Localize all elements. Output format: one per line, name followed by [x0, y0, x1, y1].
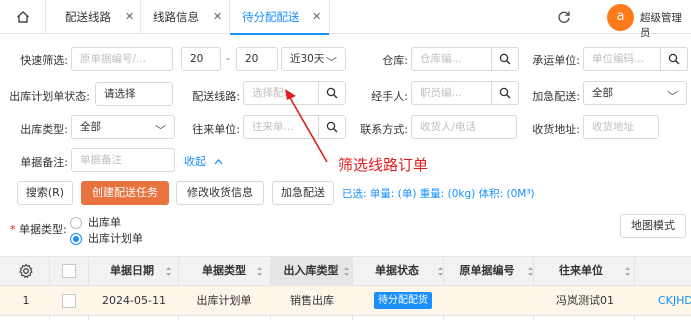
warehouse-input[interactable]: 仓库编... — [411, 47, 492, 71]
search-icon — [499, 87, 511, 99]
column-header-io-type[interactable]: 出入库类型 — [270, 256, 352, 286]
date-to-input[interactable]: 20 — [236, 47, 278, 71]
out-type-value: 全部 — [80, 121, 101, 133]
close-icon[interactable]: ✕ — [125, 0, 134, 34]
radio-label: 出库计划单 — [88, 232, 143, 245]
row-index: 1 — [22, 294, 30, 307]
cell-orig-no — [446, 286, 530, 316]
plan-status-label: 出库计划单状态: — [9, 90, 90, 103]
edit-receipt-button[interactable]: 修改收货信息 — [176, 181, 264, 205]
tab-pending-delivery[interactable]: 待分配配送 ✕ — [230, 0, 330, 35]
chevron-down-icon: ﹀ — [667, 90, 678, 103]
column-header-partner[interactable]: 往来单位 — [538, 256, 624, 286]
radio-circle-selected — [70, 233, 82, 245]
refresh-icon[interactable] — [557, 10, 571, 24]
tab-label: 待分配配送 — [242, 10, 300, 24]
chevron-down-icon: ﹀ — [155, 124, 166, 137]
select-all-checkbox[interactable] — [62, 264, 76, 278]
avatar[interactable]: a — [607, 4, 634, 31]
quick-filter-label: 快速筛选: — [20, 54, 68, 67]
cell-code-link[interactable]: CKJHD — [658, 286, 691, 316]
column-header-date[interactable]: 单据日期 — [90, 256, 174, 286]
home-tab[interactable] — [0, 0, 46, 34]
warehouse-label: 仓库: — [382, 54, 408, 67]
date-range-value: 近30天 — [290, 53, 325, 65]
handler-input[interactable]: 职员编... — [411, 81, 492, 105]
map-mode-button[interactable]: 地图模式 — [620, 214, 686, 238]
column-header-type[interactable]: 单据类型 — [182, 256, 266, 286]
annotation-text: 筛选线路订单 — [338, 156, 429, 174]
tab-label: 配送线路 — [65, 10, 111, 24]
remark-label: 单据备注: — [20, 156, 68, 169]
urgent-label: 加急配送: — [532, 90, 580, 103]
close-icon[interactable]: ✕ — [213, 0, 222, 34]
chevron-down-icon: ﹀ — [326, 56, 337, 69]
route-label: 配送线路: — [192, 90, 240, 103]
sort-icon[interactable] — [624, 266, 631, 277]
settings-gear-icon[interactable] — [18, 263, 34, 279]
contact-input[interactable]: 收货人/电话 — [411, 115, 517, 139]
home-icon — [17, 11, 29, 23]
tab-bar: 配送线路 ✕ 线路信息 ✕ 待分配配送 ✕ a 超级管理员 — [0, 0, 691, 39]
handler-label: 经手人: — [371, 90, 408, 103]
out-type-label: 出库类型: — [20, 123, 68, 136]
sort-icon[interactable] — [343, 266, 350, 277]
quick-filter-input[interactable]: 原单据编号/... — [71, 47, 173, 71]
cell-date: 2024-05-11 — [102, 294, 166, 307]
sort-icon[interactable] — [256, 266, 263, 277]
urgent-value: 全部 — [592, 87, 613, 99]
tab-delivery-routes[interactable]: 配送线路 ✕ — [47, 0, 141, 34]
contact-label: 联系方式: — [360, 123, 408, 136]
remark-input[interactable]: 单据备注 — [71, 148, 175, 172]
tab-route-info[interactable]: 线路信息 ✕ — [141, 0, 230, 34]
urgent-select[interactable]: 全部 ﹀ — [583, 81, 687, 105]
date-range-select[interactable]: 近30天 ﹀ — [281, 47, 346, 71]
address-label: 收货地址: — [532, 123, 580, 136]
radio-label: 出库单 — [88, 216, 121, 229]
row-checkbox[interactable] — [62, 294, 76, 308]
date-separator: - — [226, 52, 230, 65]
warehouse-search-button[interactable] — [491, 47, 519, 71]
cell-partner: 冯岚测试01 — [556, 294, 614, 307]
collapse-label: 收起 — [184, 155, 206, 168]
column-header-status[interactable]: 单据状态 — [356, 256, 438, 286]
annotation-arrow — [285, 89, 328, 163]
partner-label: 往来单位: — [192, 123, 240, 136]
doc-type-label: * 单据类型: — [10, 223, 67, 236]
carrier-label: 承运单位: — [532, 54, 580, 67]
cell-io-type: 销售出库 — [290, 294, 334, 307]
close-icon[interactable]: ✕ — [312, 0, 321, 34]
chevron-up-icon — [214, 159, 222, 165]
handler-search-button[interactable] — [491, 81, 519, 105]
selection-summary: 已选: 单量: (单) 重量: (0kg) 体积: (0M³) — [342, 188, 535, 200]
out-type-select[interactable]: 全部 ﹀ — [71, 115, 175, 139]
cell-type: 出库计划单 — [196, 294, 252, 307]
date-from-input[interactable]: 20 — [181, 47, 221, 71]
search-icon — [499, 53, 511, 65]
create-delivery-task-button[interactable]: 创建配送任务 — [81, 181, 169, 205]
address-input[interactable]: 收货地址 — [583, 115, 659, 139]
plan-status-select[interactable]: 请选择 — [95, 82, 173, 106]
carrier-input[interactable]: 单位编码... — [583, 47, 661, 71]
tab-label: 线路信息 — [153, 10, 199, 24]
carrier-search-button[interactable] — [660, 47, 688, 71]
status-badge: 待分配配货 — [374, 292, 432, 309]
search-button[interactable]: 搜索(R) — [17, 181, 73, 205]
urgent-delivery-button[interactable]: 加急配送 — [272, 181, 334, 205]
radio-circle — [70, 217, 82, 229]
search-icon — [668, 53, 680, 65]
column-header-orig-no[interactable]: 原单据编号 — [446, 256, 528, 286]
sort-icon[interactable] — [165, 266, 172, 277]
collapse-link[interactable]: 收起 — [184, 153, 223, 169]
user-name[interactable]: 超级管理员 — [640, 10, 691, 40]
